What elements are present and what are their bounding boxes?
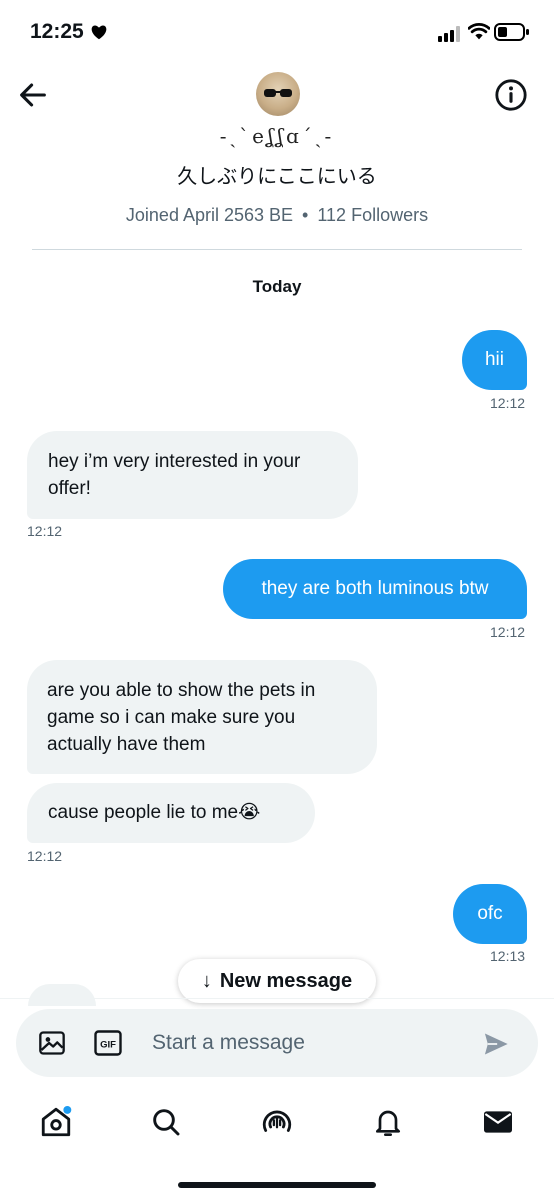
- message-timestamp: 12:12: [490, 395, 526, 411]
- message-input[interactable]: [152, 1023, 472, 1063]
- composer-divider: [0, 998, 554, 999]
- message-bubble-sent[interactable]: they are both luminous btw: [223, 559, 527, 619]
- message-bubble-received[interactable]: cause people lie to me😭: [27, 783, 315, 843]
- status-bar: 12:25: [0, 0, 554, 66]
- search-icon: [153, 1109, 180, 1136]
- message-bubble-received[interactable]: are you able to show the pets in game so…: [27, 660, 377, 774]
- message-bubble-sent[interactable]: hii: [462, 330, 527, 390]
- profile-bio: 久しぶりにここにいる: [177, 166, 377, 188]
- tab-home[interactable]: [36, 1102, 76, 1142]
- new-message-label: New message: [219, 969, 353, 992]
- message-bubble-received-partial: [28, 984, 96, 1006]
- message-timestamp: 12:12: [490, 624, 526, 640]
- bell-icon: [376, 1110, 400, 1136]
- meta-separator: •: [302, 205, 309, 225]
- message-composer: GIF: [16, 1009, 538, 1077]
- date-separator: Today: [252, 277, 302, 296]
- tab-spaces[interactable]: [257, 1102, 297, 1142]
- wifi-icon: [467, 22, 491, 47]
- message-timestamp: 12:12: [27, 848, 63, 864]
- mail-icon: [484, 1111, 512, 1133]
- send-icon[interactable]: [482, 1030, 510, 1063]
- profile-meta: Joined April 2563 BE • 112 Followers: [0, 205, 554, 226]
- tab-messages[interactable]: [478, 1102, 518, 1142]
- notification-dot: [63, 1105, 72, 1114]
- back-button[interactable]: [16, 78, 50, 112]
- joined-date: Joined April 2563 BE: [125, 205, 294, 225]
- info-button[interactable]: [494, 78, 528, 112]
- arrow-left-icon: [20, 83, 46, 107]
- message-bubble-sent[interactable]: ofc: [453, 884, 527, 944]
- status-time: 12:25: [30, 20, 84, 43]
- arrow-down-icon: ↓: [201, 969, 212, 992]
- header-divider: [32, 249, 522, 250]
- message-timestamp: 12:12: [27, 523, 63, 539]
- image-icon[interactable]: [38, 1029, 66, 1062]
- message-bubble-received[interactable]: hey i’m very interested in your offer!: [27, 431, 358, 519]
- battery-icon: [494, 22, 530, 47]
- home-indicator: [178, 1182, 376, 1188]
- tab-search[interactable]: [146, 1102, 186, 1142]
- followers-count[interactable]: 112 Followers: [317, 205, 428, 225]
- new-message-button[interactable]: ↓ New message: [178, 959, 376, 1003]
- info-icon: [495, 79, 527, 111]
- gif-icon[interactable]: GIF: [94, 1030, 122, 1061]
- heart-icon: [90, 24, 108, 45]
- message-timestamp: 12:13: [490, 948, 526, 964]
- avatar[interactable]: [256, 72, 300, 116]
- cellular-signal-icon: [438, 26, 462, 47]
- tab-notifications[interactable]: [368, 1102, 408, 1142]
- gif-label: GIF: [100, 1040, 116, 1051]
- home-icon: [41, 1105, 72, 1137]
- display-name[interactable]: -ˏˋeʆʆɑˊˎ-: [0, 124, 554, 149]
- spaces-icon: [262, 1110, 292, 1132]
